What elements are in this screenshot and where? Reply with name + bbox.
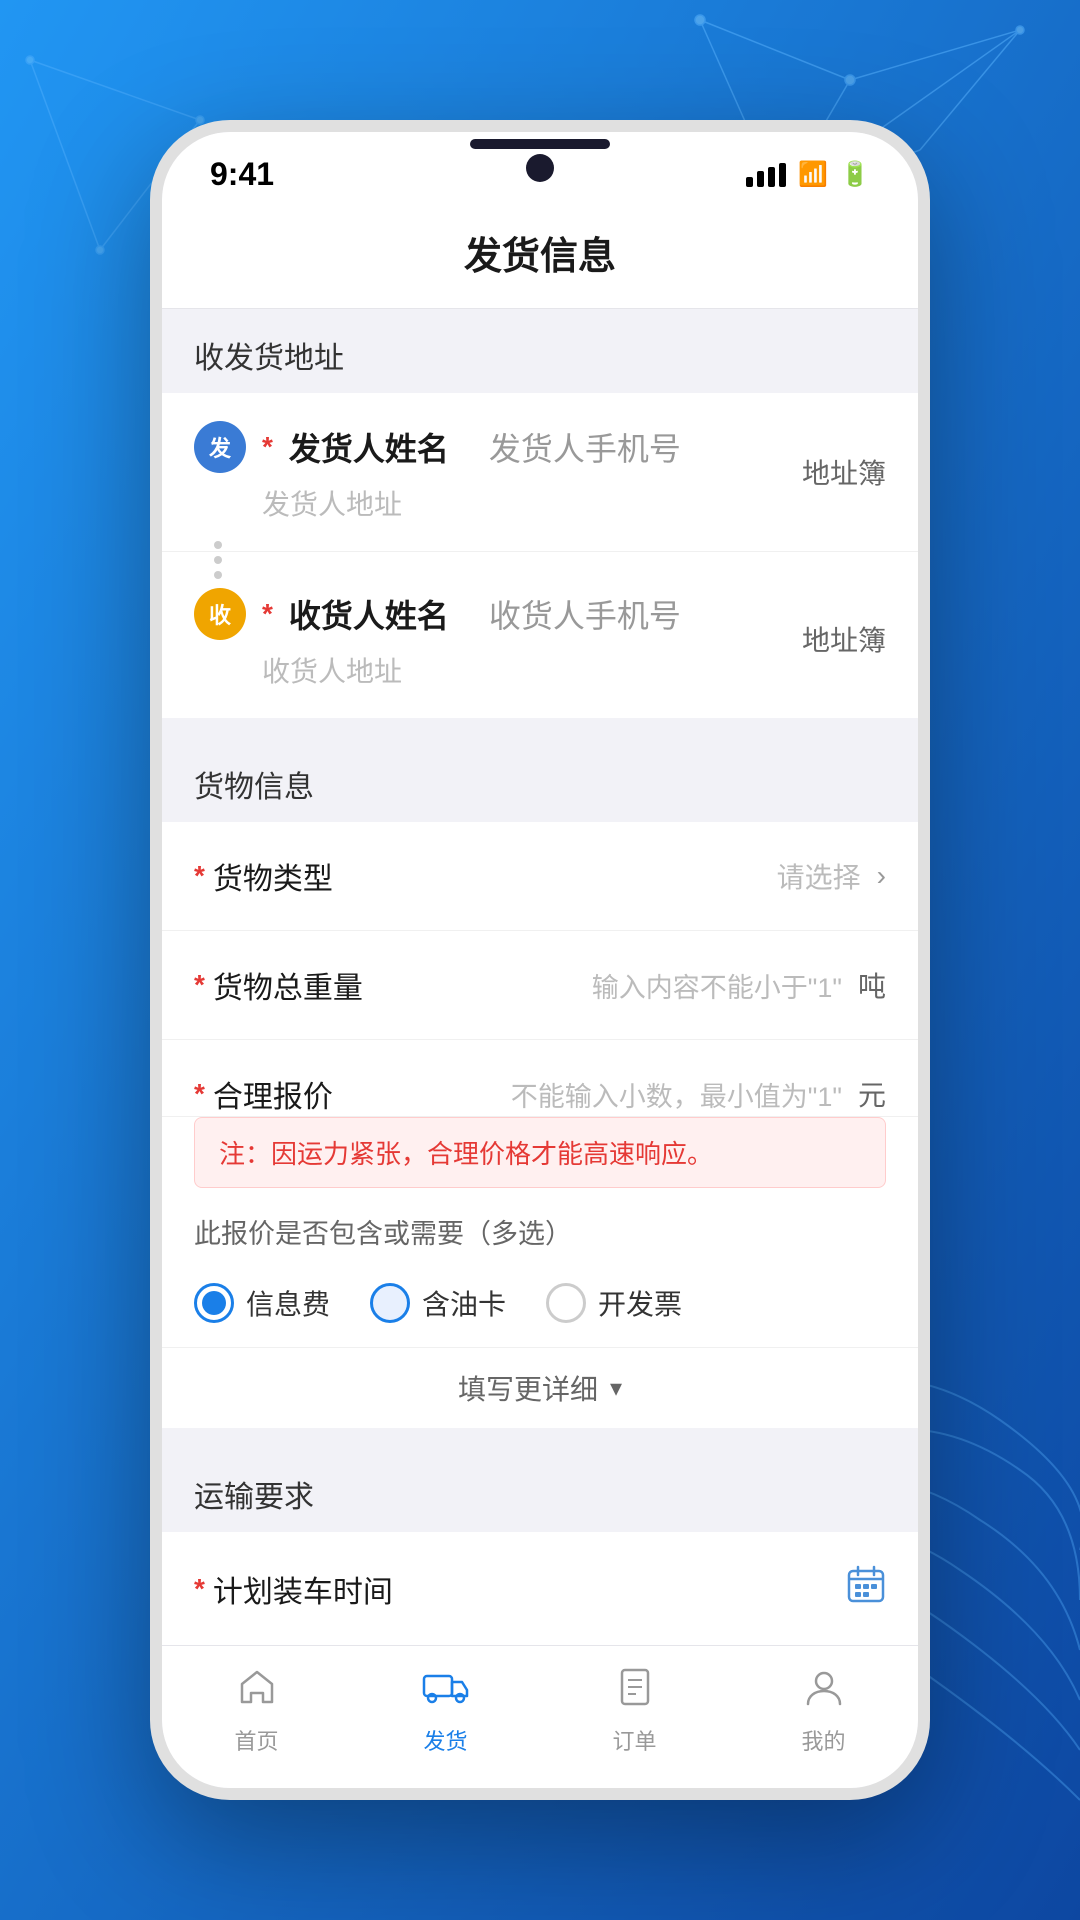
radio-oil-card-label: 含油卡 — [422, 1283, 506, 1323]
truck-icon — [422, 1666, 470, 1718]
cargo-price-input[interactable]: 不能输入小数，最小值为"1" — [414, 1075, 850, 1114]
sender-row[interactable]: 发 * 发货人姓名 发货人手机号 发货人地址 地址簿 — [162, 393, 918, 552]
wifi-icon: 📶 — [798, 160, 828, 189]
cargo-price-label: * 合理报价 — [194, 1072, 414, 1116]
receiver-name-label: 收货人姓名 — [289, 591, 449, 637]
notch-area — [450, 132, 630, 152]
load-time-label: * 计划装车时间 — [194, 1567, 414, 1611]
home-icon — [236, 1666, 278, 1718]
cargo-section-header: 货物信息 — [162, 738, 918, 822]
receiver-row[interactable]: 收 * 收货人姓名 收货人手机号 收货人地址 地址簿 — [162, 560, 918, 718]
cargo-price-unit: 元 — [858, 1074, 886, 1114]
load-time-row[interactable]: * 计划装车时间 — [162, 1532, 918, 1645]
radio-oil-card-circle[interactable] — [370, 1283, 410, 1323]
nav-item-orders[interactable]: 订单 — [540, 1646, 729, 1764]
sender-name-label: 发货人姓名 — [289, 424, 449, 470]
cargo-weight-label: * 货物总重量 — [194, 963, 414, 1007]
sender-phone-label: 发货人手机号 — [489, 424, 681, 470]
cargo-type-label: * 货物类型 — [194, 854, 414, 898]
cargo-price-notice: 注：因运力紧张，合理价格才能高速响应。 — [194, 1117, 886, 1188]
nav-item-home[interactable]: 首页 — [162, 1646, 351, 1764]
receiver-required-star: * — [262, 598, 273, 630]
cargo-weight-input[interactable]: 输入内容不能小于"1" — [414, 966, 850, 1005]
notch-pill — [470, 139, 610, 149]
receiver-avatar: 收 — [194, 588, 246, 640]
radio-invoice-label: 开发票 — [598, 1283, 682, 1323]
cargo-type-input: 请选择 — [414, 856, 869, 896]
sender-avatar: 发 — [194, 421, 246, 473]
radio-info-fee[interactable]: 信息费 — [194, 1283, 330, 1323]
cargo-type-row[interactable]: * 货物类型 请选择 › — [162, 822, 918, 931]
nav-item-shipment[interactable]: 发货 — [351, 1646, 540, 1764]
bottom-nav: 首页 发货 — [162, 1645, 918, 1788]
load-time-calendar-icon[interactable] — [846, 1564, 886, 1613]
scroll-content[interactable]: 收发货地址 发 * 发货人姓名 发货人手机号 发货人地址 地址 — [162, 309, 918, 1645]
signal-icon — [746, 163, 786, 187]
radio-info-fee-label: 信息费 — [246, 1283, 330, 1323]
radio-info-fee-circle[interactable] — [194, 1283, 234, 1323]
nav-label-home: 首页 — [234, 1724, 278, 1756]
front-camera — [526, 154, 554, 182]
radio-oil-card[interactable]: 含油卡 — [370, 1283, 506, 1323]
address-card: 发 * 发货人姓名 发货人手机号 发货人地址 地址簿 — [162, 393, 918, 718]
nav-item-profile[interactable]: 我的 — [729, 1646, 918, 1764]
radio-invoice-circle[interactable] — [546, 1283, 586, 1323]
receiver-address-placeholder: 收货人地址 — [262, 650, 886, 690]
nav-label-orders: 订单 — [612, 1724, 656, 1756]
radio-invoice[interactable]: 开发票 — [546, 1283, 682, 1323]
transport-card: * 计划装车时间 — [162, 1532, 918, 1645]
transport-section: 运输要求 * 计划装车时间 — [162, 1448, 918, 1645]
expand-row[interactable]: 填写更详细 ▾ — [162, 1347, 918, 1428]
sender-address-placeholder: 发货人地址 — [262, 483, 886, 523]
nav-label-shipment: 发货 — [423, 1724, 467, 1756]
status-time: 9:41 — [210, 156, 274, 193]
expand-text: 填写更详细 — [458, 1368, 598, 1408]
status-icons: 📶 🔋 — [746, 160, 870, 189]
sender-address-book-btn[interactable]: 地址簿 — [802, 452, 886, 492]
cargo-type-arrow-icon: › — [877, 860, 886, 892]
cargo-weight-row[interactable]: * 货物总重量 输入内容不能小于"1" 吨 — [162, 931, 918, 1040]
cargo-card: * 货物类型 请选择 › * 货物总重量 — [162, 822, 918, 1428]
page-title: 发货信息 — [464, 236, 616, 278]
cargo-weight-unit: 吨 — [858, 965, 886, 1005]
cargo-section: 货物信息 * 货物类型 请选择 › — [162, 738, 918, 1428]
battery-icon: 🔋 — [840, 160, 870, 189]
nav-label-profile: 我的 — [801, 1724, 845, 1756]
address-section: 收发货地址 发 * 发货人姓名 发货人手机号 发货人地址 地址 — [162, 309, 918, 718]
phone-frame: 9:41 📶 🔋 发货信息 收发货地址 — [150, 120, 930, 1800]
cargo-price-row[interactable]: * 合理报价 不能输入小数，最小值为"1" 元 — [162, 1040, 918, 1117]
receiver-address-book-btn[interactable]: 地址簿 — [802, 619, 886, 659]
cargo-include-label: 此报价是否包含或需要（多选） — [162, 1204, 918, 1267]
sender-required-star: * — [262, 431, 273, 463]
phone-screen: 9:41 📶 🔋 发货信息 收发货地址 — [162, 132, 918, 1788]
expand-chevron-icon: ▾ — [610, 1374, 622, 1403]
order-icon — [614, 1666, 656, 1718]
transport-section-header: 运输要求 — [162, 1448, 918, 1532]
page-header: 发货信息 — [162, 205, 918, 309]
cargo-radio-group: 信息费 含油卡 开发票 — [162, 1267, 918, 1347]
address-section-header: 收发货地址 — [162, 309, 918, 393]
receiver-phone-label: 收货人手机号 — [489, 591, 681, 637]
user-icon — [803, 1666, 845, 1718]
